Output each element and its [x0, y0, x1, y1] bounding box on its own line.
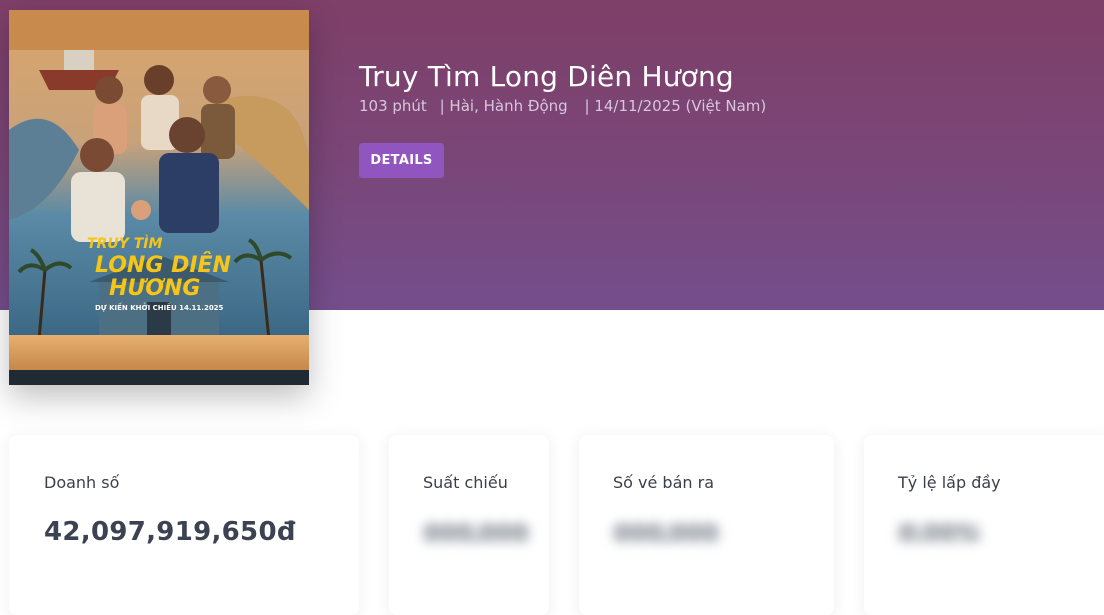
stat-card-revenue: Doanh số 42,097,919,650đ [9, 435, 359, 615]
stat-card-occupancy: Tỷ lệ lấp đầy 0.00% [864, 435, 1104, 615]
stat-value-tickets-sold: 000,000 [610, 521, 722, 546]
stat-card-tickets-sold: Số vé bán ra 000,000 [579, 435, 834, 615]
stat-label-occupancy: Tỷ lệ lấp đầy [898, 473, 1001, 492]
stat-label-showtimes: Suất chiếu [423, 473, 508, 492]
stat-value-revenue: 42,097,919,650đ [44, 517, 296, 547]
movie-duration: 103 phút [359, 97, 427, 115]
movie-genres: | Hài, Hành Động [439, 97, 568, 115]
stat-card-showtimes: Suất chiếu 000,000 [389, 435, 549, 615]
stat-value-occupancy: 0.00% [896, 521, 982, 546]
details-button[interactable]: DETAILS [359, 143, 444, 178]
poster-release-text: DỰ KIẾN KHỞI CHIẾU 14.11.2025 [95, 302, 224, 312]
movie-poster[interactable]: TRUY TÌM LONG DIÊN HƯƠNG DỰ KIẾN KHỞI CH… [9, 10, 309, 385]
stat-label-tickets-sold: Số vé bán ra [613, 473, 714, 492]
poster-title-line2: LONG DIÊN [95, 252, 231, 278]
poster-title-line3: HƯƠNG [109, 276, 200, 301]
movie-meta: 103 phút | Hài, Hành Động | 14/11/2025 (… [359, 97, 770, 115]
movie-release-date: | 14/11/2025 (Việt Nam) [584, 97, 767, 115]
stat-label-revenue: Doanh số [44, 473, 120, 492]
movie-title: Truy Tìm Long Diên Hương [359, 60, 734, 93]
poster-title-line1: TRUY TÌM [87, 235, 162, 252]
stat-value-showtimes: 000,000 [420, 521, 532, 546]
